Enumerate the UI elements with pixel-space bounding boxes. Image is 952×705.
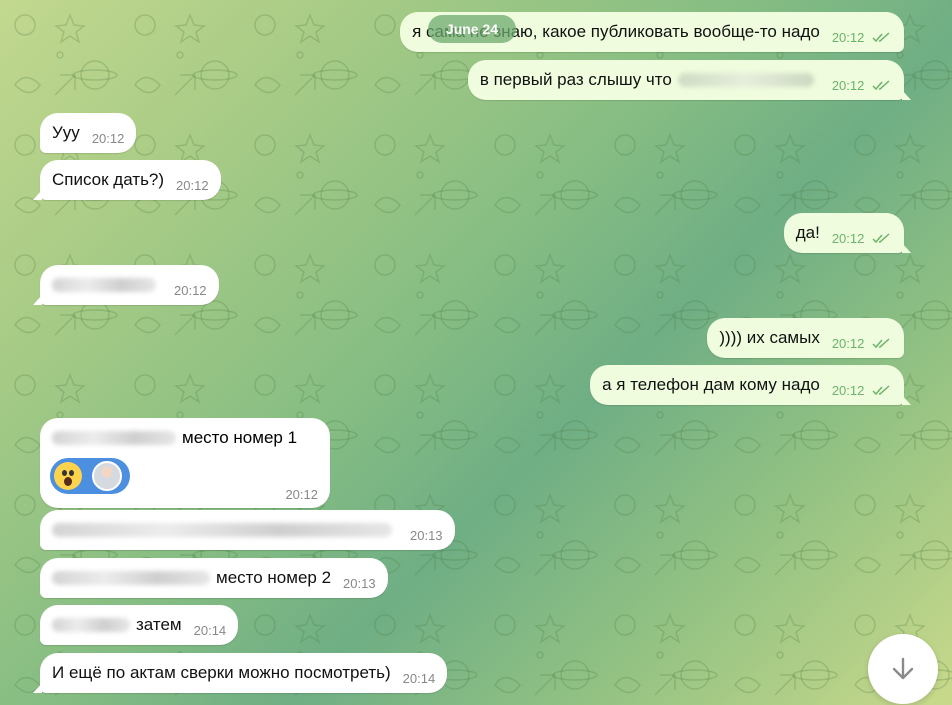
incoming-message[interactable]: 20:12 [33, 265, 219, 305]
message-time: 20:12 [831, 336, 865, 351]
outgoing-message[interactable]: в первый раз слышу что 20:12 [467, 60, 912, 100]
double-check-icon [872, 80, 890, 91]
incoming-message[interactable]: Список дать?) 20:12 [33, 160, 221, 200]
message-text: И ещё по актам сверки можно посмотреть) [52, 663, 391, 682]
message-text: )))) их самых [719, 328, 820, 347]
message-time: 20:12 [91, 131, 125, 146]
double-check-icon [872, 385, 890, 396]
incoming-message[interactable]: затем 20:14 [40, 605, 239, 645]
outgoing-message[interactable]: да! 20:12 [783, 213, 912, 253]
message-text: а я телефон дам кому надо [602, 375, 820, 394]
incoming-message[interactable]: И ещё по актам сверки можно посмотреть) … [32, 653, 448, 693]
double-check-icon [872, 338, 890, 349]
redacted-text [52, 278, 156, 292]
message-text: место номер 2 [216, 568, 332, 587]
message-text: в первый раз слышу что [479, 70, 672, 89]
redacted-text [677, 73, 814, 87]
outgoing-message[interactable]: а я телефон дам кому надо 20:12 [590, 365, 911, 405]
message-text: Ууу [52, 123, 80, 142]
message-time: 20:12 [831, 78, 865, 93]
redacted-text [52, 618, 130, 632]
redacted-text [52, 431, 176, 445]
double-check-icon [872, 233, 890, 244]
redacted-text [52, 523, 392, 537]
message-time: 20:12 [176, 178, 209, 193]
redacted-text [52, 571, 210, 585]
reaction-pill[interactable] [50, 458, 130, 494]
message-time: 20:13 [410, 528, 443, 543]
outgoing-message[interactable]: )))) их самых 20:12 [707, 318, 904, 358]
arrow-down-icon [892, 657, 914, 680]
double-check-icon [872, 32, 890, 43]
message-text: да! [795, 223, 820, 242]
date-separator[interactable]: June 24 [428, 15, 516, 43]
message-time: 20:13 [343, 576, 376, 591]
message-text: затем [136, 615, 182, 634]
message-time: 20:12 [285, 487, 318, 502]
incoming-message[interactable]: Ууу 20:12 [40, 113, 137, 153]
message-time: 20:12 [831, 383, 865, 398]
scroll-to-bottom-button[interactable] [868, 634, 938, 704]
chat-message-list[interactable]: я сама не знаю, какое публиковать вообще… [0, 0, 952, 705]
message-text: Список дать?) [52, 170, 165, 189]
scream-emoji-icon [54, 462, 82, 490]
message-time: 20:12 [831, 30, 865, 45]
message-time: 20:12 [831, 231, 865, 246]
message-text: место номер 1 [182, 428, 298, 447]
incoming-message[interactable]: 20:13 [40, 510, 455, 550]
message-time: 20:12 [174, 283, 207, 298]
message-time: 20:14 [193, 623, 227, 638]
message-time: 20:14 [402, 671, 436, 686]
incoming-message-with-reactions[interactable]: место номер 1 20:12 [40, 418, 330, 508]
incoming-message[interactable]: место номер 2 20:13 [40, 558, 388, 598]
user-avatar-icon [92, 461, 122, 491]
